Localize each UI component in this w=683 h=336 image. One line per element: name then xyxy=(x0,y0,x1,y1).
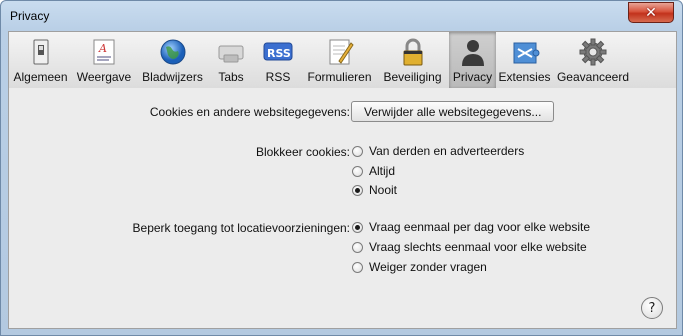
radio-label: Weiger zonder vragen xyxy=(369,260,487,274)
window-title: Privacy xyxy=(10,9,50,23)
radio-block-always[interactable]: Altijd xyxy=(352,164,395,178)
tab-geavanceerd[interactable]: Geavanceerd xyxy=(553,32,633,88)
tab-label: Tabs xyxy=(218,70,244,84)
help-button[interactable]: ? xyxy=(641,297,663,319)
preferences-window: Privacy ✕ Algemeen A Weergave Bladwijzer… xyxy=(0,0,683,336)
rss-icon: RSS xyxy=(263,42,293,61)
tab-tabs[interactable]: Tabs xyxy=(209,32,253,88)
radio-label: Vraag slechts eenmaal voor elke website xyxy=(369,240,587,254)
remove-website-data-button[interactable]: Verwijder alle websitegegevens... xyxy=(351,101,555,122)
tabs-icon xyxy=(218,45,244,63)
tab-privacy[interactable]: Privacy xyxy=(449,32,496,88)
tab-label: Beveiliging xyxy=(383,70,442,84)
radio-location-once-per-day[interactable]: Vraag eenmaal per dag voor elke website xyxy=(352,220,590,234)
tab-weergave[interactable]: A Weergave xyxy=(72,32,136,88)
radio-location-deny[interactable]: Weiger zonder vragen xyxy=(352,260,487,274)
radio-label: Nooit xyxy=(369,183,398,197)
svg-text:A: A xyxy=(98,42,107,55)
privacy-pane: Cookies en andere websitegegevens: Verwi… xyxy=(8,88,677,329)
radio-label: Van derden en adverteerders xyxy=(369,144,525,158)
pencil-form-icon xyxy=(329,39,354,65)
block-cookies-label: Blokkeer cookies: xyxy=(255,145,350,159)
tab-beveiliging[interactable]: Beveiliging xyxy=(377,32,448,88)
preferences-toolbar: Algemeen A Weergave Bladwijzers Tabs RSS… xyxy=(8,31,677,89)
gear-icon xyxy=(579,38,607,66)
radio-label: Vraag eenmaal per dag voor elke website xyxy=(369,220,591,234)
tab-label: Formulieren xyxy=(307,70,372,84)
tab-label: Algemeen xyxy=(13,70,68,84)
title-bar: Privacy ✕ xyxy=(1,1,682,29)
radio-button[interactable] xyxy=(352,261,363,273)
radio-button[interactable] xyxy=(352,145,363,157)
person-silhouette-icon xyxy=(461,40,484,66)
tab-label: Extensies xyxy=(498,70,551,84)
cookies-label: Cookies en andere websitegegevens: xyxy=(149,105,350,119)
tab-bladwijzers[interactable]: Bladwijzers xyxy=(137,32,208,88)
radio-button-checked[interactable] xyxy=(352,221,363,233)
tab-algemeen[interactable]: Algemeen xyxy=(10,32,71,88)
puzzle-icon xyxy=(513,42,539,64)
radio-block-never[interactable]: Nooit xyxy=(352,183,397,197)
help-icon: ? xyxy=(648,300,656,316)
tab-label: Privacy xyxy=(452,70,493,84)
close-button[interactable]: ✕ xyxy=(628,2,674,23)
tab-formulieren[interactable]: Formulieren xyxy=(303,32,376,88)
location-label: Beperk toegang tot locatievoorzieningen: xyxy=(132,221,350,235)
switch-icon xyxy=(33,39,48,65)
font-icon: A xyxy=(93,39,115,65)
radio-label: Altijd xyxy=(369,164,396,178)
radio-button[interactable] xyxy=(352,165,363,177)
tab-label: Geavanceerd xyxy=(556,70,630,84)
tab-label: Bladwijzers xyxy=(142,70,203,84)
close-icon: ✕ xyxy=(645,4,657,21)
tab-rss[interactable]: RSS RSS xyxy=(254,32,302,88)
lock-icon xyxy=(403,38,422,66)
radio-block-third-party[interactable]: Van derden en adverteerders xyxy=(352,144,524,158)
radio-location-once[interactable]: Vraag slechts eenmaal voor elke website xyxy=(352,240,587,254)
radio-button-checked[interactable] xyxy=(352,184,363,196)
globe-icon xyxy=(160,39,185,65)
tab-label: RSS xyxy=(265,70,291,84)
tab-label: Weergave xyxy=(76,70,132,84)
radio-button[interactable] xyxy=(352,241,363,253)
svg-text:RSS: RSS xyxy=(267,47,291,60)
tab-extensies[interactable]: Extensies xyxy=(497,32,552,88)
